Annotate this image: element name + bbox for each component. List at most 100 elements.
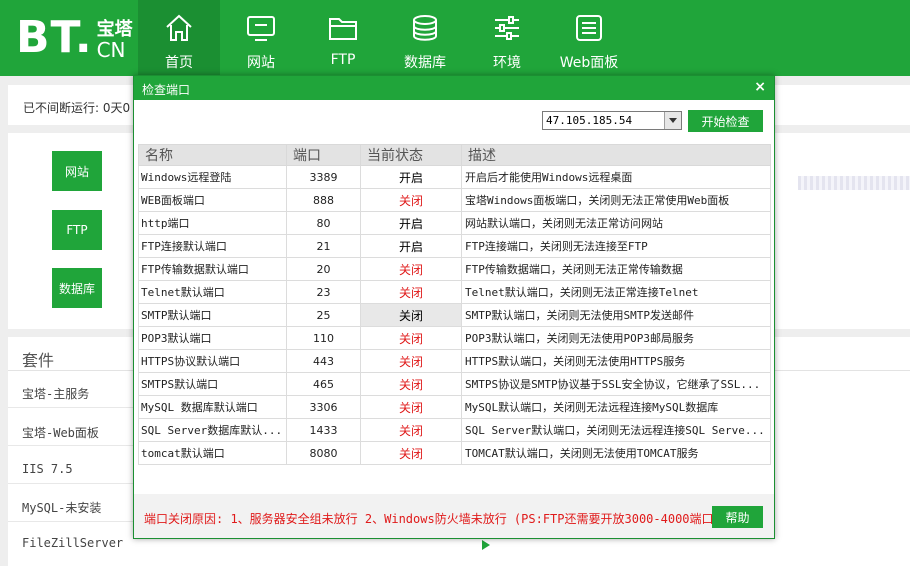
table-row[interactable]: FTP连接默认端口 21 开启 FTP连接端口，关闭则无法连接至FTP bbox=[138, 234, 771, 258]
table-row[interactable]: MySQL 数据库默认端口 3306 关闭 MySQL默认端口，关闭则无法远程连接My… bbox=[138, 395, 771, 419]
table-row[interactable]: SQL Server数据库默认... 1433 关闭 SQL Server默认端口，关… bbox=[138, 418, 771, 442]
column-header-name: 名称 bbox=[138, 144, 287, 166]
ports-table-body: Windows远程登陆 3389 开启 开启后才能使用Windows远程桌面 WEB面板… bbox=[138, 165, 771, 465]
port-state-cell: 关闭 bbox=[360, 372, 462, 396]
table-row[interactable]: Windows远程登陆 3389 开启 开启后才能使用Windows远程桌面 bbox=[138, 165, 771, 189]
table-row[interactable]: SMTP默认端口 25 关闭 SMTP默认端口，关闭则无法使用SMTP发送邮件 bbox=[138, 303, 771, 327]
nav-item-database[interactable]: 数据库 bbox=[384, 0, 466, 76]
table-row[interactable]: WEB面板端口 888 关闭 宝塔Windows面板端口，关闭则无法正常使用Web面板 bbox=[138, 188, 771, 212]
quick-website-button[interactable]: 网站 bbox=[52, 151, 102, 191]
nav-label: 首页 bbox=[165, 55, 193, 71]
nav-item-webpanel[interactable]: Web面板 bbox=[548, 0, 630, 76]
top-nav-bar: BT. 宝塔 CN 首页 网站 FTP 数据库 环境 Web面板 bbox=[0, 0, 910, 76]
port-name-cell: Windows远程登陆 bbox=[138, 165, 287, 189]
bt-logo[interactable]: BT. 宝塔 CN bbox=[16, 14, 133, 62]
table-row[interactable]: SMTPS默认端口 465 关闭 SMTPS协议是SMTP协议基于SSL安全协议，它继… bbox=[138, 372, 771, 396]
table-row[interactable]: FTP传输数据默认端口 20 关闭 FTP传输数据端口，关闭则无法正常传输数据 bbox=[138, 257, 771, 281]
table-row[interactable]: http端口 80 开启 网站默认端口，关闭则无法正常访问网站 bbox=[138, 211, 771, 235]
chevron-down-icon[interactable] bbox=[664, 112, 681, 129]
play-icon[interactable] bbox=[482, 540, 490, 550]
port-state-cell: 关闭 bbox=[360, 441, 462, 465]
port-desc-cell: SMTPS协议是SMTP协议基于SSL安全协议，它继承了SSL... bbox=[461, 372, 771, 396]
port-desc-cell: SQL Server默认端口，关闭则无法远程连接SQL Serve... bbox=[461, 418, 771, 442]
port-state-cell: 关闭 bbox=[360, 280, 462, 304]
nav-item-ftp[interactable]: FTP bbox=[302, 0, 384, 76]
nav-label: 网站 bbox=[247, 55, 275, 71]
port-number-cell: 443 bbox=[286, 349, 361, 373]
port-state-cell: 开启 bbox=[360, 165, 462, 189]
start-check-button[interactable]: 开始检查 bbox=[688, 110, 763, 132]
quick-database-button[interactable]: 数据库 bbox=[52, 268, 102, 308]
port-state-cell: 关闭 bbox=[360, 326, 462, 350]
port-desc-cell: SMTP默认端口，关闭则无法使用SMTP发送邮件 bbox=[461, 303, 771, 327]
port-number-cell: 25 bbox=[286, 303, 361, 327]
port-name-cell: FTP传输数据默认端口 bbox=[138, 257, 287, 281]
port-state-cell: 关闭 bbox=[360, 349, 462, 373]
dialog-header: 检查端口 × bbox=[134, 76, 774, 100]
table-row[interactable]: Telnet默认端口 23 关闭 Telnet默认端口，关闭则无法正常连接Telnet bbox=[138, 280, 771, 304]
port-name-cell: MySQL 数据库默认端口 bbox=[138, 395, 287, 419]
folder-icon bbox=[327, 12, 359, 44]
port-number-cell: 3389 bbox=[286, 165, 361, 189]
port-state-cell: 关闭 bbox=[360, 418, 462, 442]
table-row[interactable]: tomcat默认端口 8080 关闭 TOMCAT默认端口，关闭则无法使用TOMCAT… bbox=[138, 441, 771, 465]
nav-label: 环境 bbox=[493, 55, 521, 71]
port-name-cell: SMTP默认端口 bbox=[138, 303, 287, 327]
list-icon bbox=[573, 12, 605, 44]
port-state-cell: 关闭 bbox=[360, 188, 462, 212]
suite-item[interactable]: 宝塔-Web面板 bbox=[22, 424, 99, 441]
port-name-cell: tomcat默认端口 bbox=[138, 441, 287, 465]
port-desc-cell: Telnet默认端口，关闭则无法正常连接Telnet bbox=[461, 280, 771, 304]
port-name-cell: POP3默认端口 bbox=[138, 326, 287, 350]
port-state-cell: 关闭 bbox=[360, 395, 462, 419]
monitor-icon bbox=[245, 12, 277, 44]
port-state-cell: 开启 bbox=[360, 234, 462, 258]
port-number-cell: 8080 bbox=[286, 441, 361, 465]
port-state-cell: 关闭 bbox=[360, 303, 462, 327]
quick-ftp-button[interactable]: FTP bbox=[52, 210, 102, 250]
ip-select[interactable]: 47.105.185.54 bbox=[542, 111, 682, 130]
port-desc-cell: 开启后才能使用Windows远程桌面 bbox=[461, 165, 771, 189]
port-number-cell: 21 bbox=[286, 234, 361, 258]
logo-zh: 宝塔 bbox=[96, 19, 133, 40]
port-name-cell: FTP连接默认端口 bbox=[138, 234, 287, 258]
column-header-state: 当前状态 bbox=[360, 144, 462, 166]
suite-item[interactable]: IIS 7.5 bbox=[22, 462, 73, 476]
port-state-cell: 开启 bbox=[360, 211, 462, 235]
port-desc-cell: POP3默认端口，关闭则无法使用POP3邮局服务 bbox=[461, 326, 771, 350]
port-number-cell: 110 bbox=[286, 326, 361, 350]
nav-item-environment[interactable]: 环境 bbox=[466, 0, 548, 76]
port-state-cell: 关闭 bbox=[360, 257, 462, 281]
suite-item[interactable]: FileZillServer bbox=[22, 536, 123, 550]
port-desc-cell: FTP传输数据端口，关闭则无法正常传输数据 bbox=[461, 257, 771, 281]
port-desc-cell: 网站默认端口，关闭则无法正常访问网站 bbox=[461, 211, 771, 235]
dialog-title: 检查端口 bbox=[142, 83, 191, 97]
suite-item[interactable]: MySQL-未安装 bbox=[22, 499, 101, 516]
home-icon bbox=[163, 12, 195, 44]
column-header-port: 端口 bbox=[286, 144, 361, 166]
port-number-cell: 23 bbox=[286, 280, 361, 304]
main-nav: 首页 网站 FTP 数据库 环境 Web面板 bbox=[138, 0, 630, 76]
chart-placeholder bbox=[798, 176, 910, 190]
table-header-row: 名称 端口 当前状态 描述 bbox=[138, 144, 771, 166]
table-row[interactable]: HTTPS协议默认端口 443 关闭 HTTPS默认端口，关闭则无法使用HTTPS服务 bbox=[138, 349, 771, 373]
ip-value: 47.105.185.54 bbox=[546, 114, 633, 127]
sliders-icon bbox=[491, 12, 523, 44]
logo-cn: CN bbox=[96, 38, 126, 62]
suite-item[interactable]: 宝塔-主服务 bbox=[22, 385, 89, 402]
port-desc-cell: MySQL默认端口，关闭则无法远程连接MySQL数据库 bbox=[461, 395, 771, 419]
close-icon[interactable]: × bbox=[754, 79, 766, 95]
port-desc-cell: 宝塔Windows面板端口，关闭则无法正常使用Web面板 bbox=[461, 188, 771, 212]
table-row[interactable]: POP3默认端口 110 关闭 POP3默认端口，关闭则无法使用POP3邮局服务 bbox=[138, 326, 771, 350]
check-port-dialog: 检查端口 × 47.105.185.54 开始检查 名称 端口 当前状态 描述 … bbox=[133, 75, 775, 539]
port-number-cell: 888 bbox=[286, 188, 361, 212]
database-icon bbox=[409, 12, 441, 44]
nav-item-website[interactable]: 网站 bbox=[220, 0, 302, 76]
nav-item-home[interactable]: 首页 bbox=[138, 0, 220, 76]
port-number-cell: 3306 bbox=[286, 395, 361, 419]
nav-label: FTP bbox=[330, 52, 356, 68]
port-name-cell: http端口 bbox=[138, 211, 287, 235]
port-number-cell: 80 bbox=[286, 211, 361, 235]
help-button[interactable]: 帮助 bbox=[712, 506, 763, 528]
port-number-cell: 20 bbox=[286, 257, 361, 281]
